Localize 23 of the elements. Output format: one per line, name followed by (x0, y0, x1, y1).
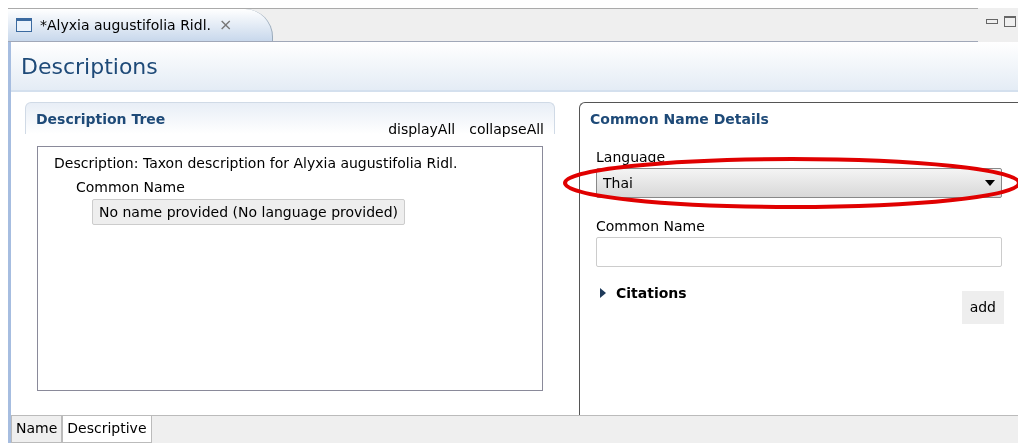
field-label: Language (596, 148, 666, 167)
section-title: Common Name Details (590, 110, 769, 129)
maximize-icon[interactable] (1004, 15, 1016, 27)
field-label: Common Name (596, 217, 705, 236)
editor-tab[interactable]: *Alyxia augustifolia Ridl. × (8, 9, 274, 41)
dropdown-caret-icon (985, 180, 995, 186)
window-icon (16, 18, 32, 32)
action-link[interactable]: collapseAll (469, 119, 544, 140)
minimize-icon[interactable] (986, 18, 998, 24)
tree-node[interactable]: Description: Taxon description for Alyxia augustifolia Ridl. (48, 151, 464, 175)
add-button[interactable]: add (961, 291, 1004, 324)
tree-node[interactable]: Common Name (70, 175, 191, 199)
close-icon[interactable]: × (219, 17, 233, 33)
section-title: Description Tree (36, 110, 166, 129)
expand-arrow-icon[interactable] (600, 288, 606, 298)
text-field[interactable] (596, 237, 1002, 267)
action-link[interactable]: displayAll (388, 119, 456, 140)
editor-tab-title: *Alyxia augustifolia Ridl. (40, 15, 211, 35)
tree-node[interactable]: No name provided (No language provided) (92, 199, 406, 225)
language-dropdown[interactable]: Thai (596, 168, 1002, 198)
page-tab[interactable]: Name (11, 416, 63, 443)
section-label: Citations (616, 284, 687, 303)
page-tab[interactable]: Descriptive (62, 416, 152, 443)
